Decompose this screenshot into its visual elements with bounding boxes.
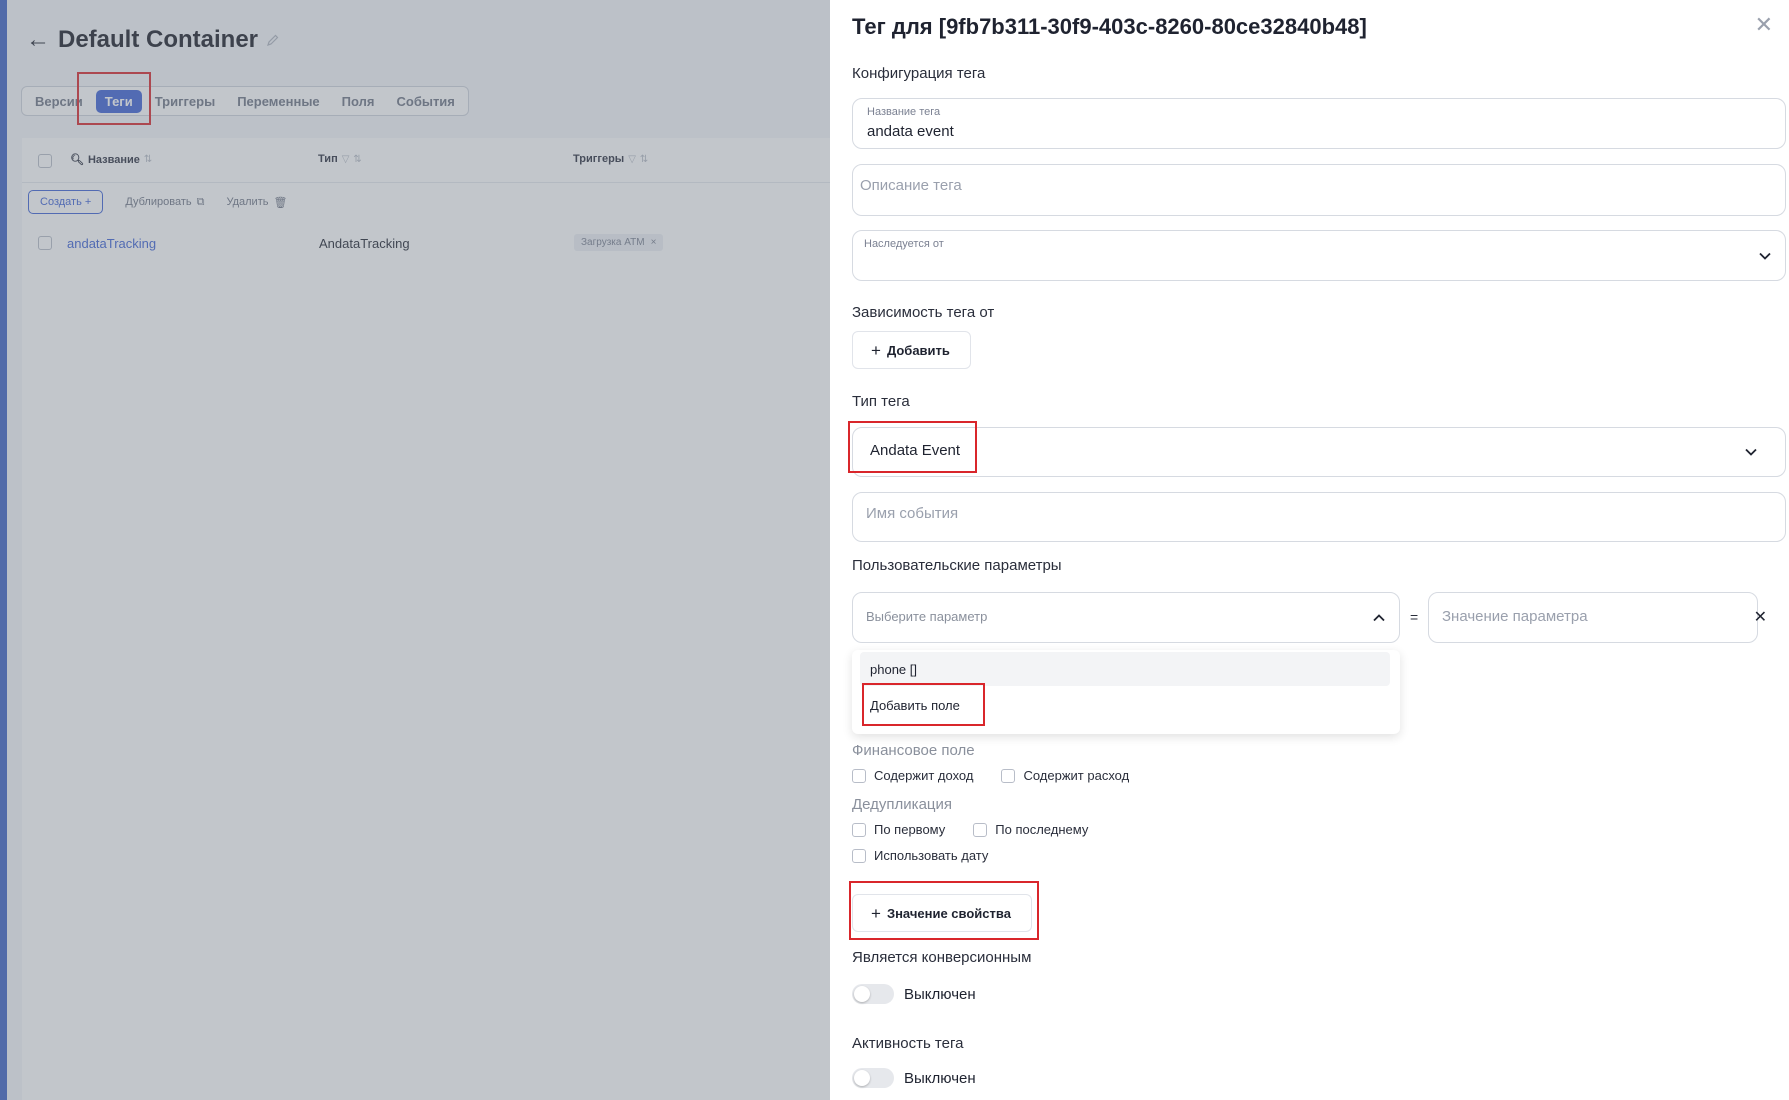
expense-label: Содержит расход — [1023, 768, 1130, 783]
equals-sign: = — [1410, 609, 1419, 625]
conversion-state: Выключен — [904, 985, 976, 1003]
event-name-placeholder: Имя события — [866, 505, 959, 522]
checkbox-box — [852, 848, 866, 863]
plus-icon: + — [871, 340, 881, 360]
checkbox-box — [852, 768, 866, 783]
checkbox-box — [852, 822, 866, 837]
conversion-toggle[interactable] — [852, 984, 894, 1004]
activity-toggle[interactable] — [852, 1068, 894, 1088]
add-dependency-button[interactable]: + Добавить — [852, 331, 971, 369]
conversion-label: Является конверсионным — [852, 949, 1032, 966]
use-date-option: Использовать дату — [852, 848, 988, 863]
dedup-options: По первому По последнему — [852, 822, 1088, 837]
tag-name-label: Название тега — [867, 106, 941, 118]
conversion-toggle-row: Выключен — [852, 984, 976, 1004]
tag-name-field[interactable]: Название тега andata event — [852, 98, 1786, 149]
tag-type-select[interactable]: Andata Event — [852, 427, 1786, 477]
param-select-placeholder: Выберите параметр — [866, 609, 988, 624]
use-date-checkbox[interactable]: Использовать дату — [852, 848, 988, 863]
event-name-input[interactable]: Имя события — [852, 492, 1786, 542]
inherits-label: Наследуется от — [864, 238, 944, 250]
param-value-placeholder: Значение параметра — [1442, 608, 1588, 625]
chevron-down-icon — [1745, 448, 1757, 456]
by-last-label: По последнему — [995, 822, 1089, 837]
financial-label: Финансовое поле — [852, 742, 975, 759]
add-dependency-label: Добавить — [886, 342, 950, 358]
param-select[interactable]: Выберите параметр — [852, 592, 1400, 643]
by-first-checkbox[interactable]: По первому — [852, 822, 945, 837]
toggle-knob — [854, 1070, 870, 1086]
income-checkbox[interactable]: Содержит доход — [852, 768, 973, 783]
by-last-checkbox[interactable]: По последнему — [973, 822, 1088, 837]
activity-state: Выключен — [904, 1069, 976, 1087]
inherits-from-select[interactable]: Наследуется от — [852, 230, 1786, 281]
description-placeholder: Описание тега — [860, 177, 962, 194]
add-field-highlight — [862, 683, 985, 726]
tag-name-value: andata event — [867, 123, 954, 140]
checkbox-box — [973, 822, 988, 837]
property-value-highlight — [849, 881, 1039, 940]
tag-description-field[interactable]: Описание тега — [852, 164, 1786, 216]
config-label: Конфигурация тега — [852, 65, 986, 82]
param-value-input[interactable]: Значение параметра — [1428, 592, 1758, 643]
modal-overlay[interactable] — [0, 0, 830, 1100]
income-label: Содержит доход — [874, 768, 974, 783]
checkbox-box — [1001, 768, 1016, 783]
background-page: ← Default Container Версии Теги Триггеры… — [0, 0, 830, 1100]
financial-options: Содержит доход Содержит расход — [852, 768, 1129, 783]
activity-label: Активность тега — [852, 1035, 964, 1052]
tag-type-highlight — [848, 421, 977, 473]
activity-toggle-row: Выключен — [852, 1068, 976, 1088]
dependency-label: Зависимость тега от — [852, 304, 995, 321]
close-icon[interactable]: ✕ — [1755, 12, 1773, 38]
custom-params-label: Пользовательские параметры — [852, 557, 1062, 574]
chevron-down-icon — [1759, 252, 1771, 260]
dropdown-option-phone[interactable]: phone [] — [860, 652, 1390, 686]
use-date-label: Использовать дату — [874, 848, 989, 863]
drawer-title: Тег для [9fb7b311-30f9-403c-8260-80ce328… — [852, 14, 1367, 39]
chevron-up-icon — [1373, 613, 1385, 621]
toggle-knob — [854, 986, 870, 1002]
remove-param-icon[interactable]: ✕ — [1754, 607, 1767, 627]
tag-type-label: Тип тега — [852, 393, 910, 410]
tag-drawer: Тег для [9fb7b311-30f9-403c-8260-80ce328… — [830, 0, 1789, 1100]
expense-checkbox[interactable]: Содержит расход — [1001, 768, 1129, 783]
by-first-label: По первому — [874, 822, 946, 837]
dedup-label: Дедупликация — [852, 796, 953, 813]
